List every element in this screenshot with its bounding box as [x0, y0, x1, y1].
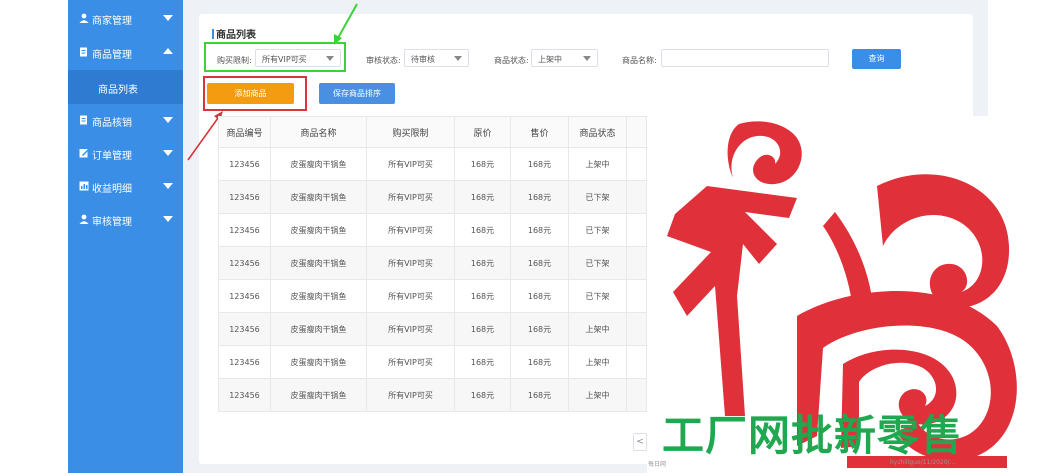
table-cell: 上架中	[568, 345, 627, 379]
column-header[interactable]: 商品名称	[270, 116, 367, 148]
table-cell: 皮蛋瘦肉干锅鱼	[270, 378, 367, 412]
table-cell: 所有VIP可买	[366, 345, 455, 379]
column-header[interactable]: 购买限制	[366, 116, 455, 148]
table-cell: 168元	[454, 180, 511, 214]
table-cell: 所有VIP可买	[366, 279, 455, 313]
table-cell: 已下架	[568, 180, 627, 214]
table-row[interactable]: 123456 皮蛋瘦肉干锅鱼 所有VIP可买 168元 168元 上架中	[218, 312, 647, 346]
column-header-more	[626, 116, 647, 148]
table-cell: 皮蛋瘦肉干锅鱼	[270, 345, 367, 379]
table-cell-more	[626, 147, 647, 181]
table-cell: 皮蛋瘦肉干锅鱼	[270, 279, 367, 313]
column-header[interactable]: 商品状态	[568, 116, 627, 148]
table-cell-more	[626, 246, 647, 280]
table-row[interactable]: 123456 皮蛋瘦肉干锅鱼 所有VIP可买 168元 168元 已下架	[218, 180, 647, 214]
table-cell: 所有VIP可买	[366, 147, 455, 181]
table-cell-more	[626, 312, 647, 346]
table-cell: 168元	[454, 279, 511, 313]
table-cell: 已下架	[568, 279, 627, 313]
table-cell: 123456	[218, 246, 271, 280]
table-cell: 168元	[510, 147, 569, 181]
table-cell: 上架中	[568, 312, 627, 346]
table-cell: 皮蛋瘦肉干锅鱼	[270, 180, 367, 214]
table-cell: 123456	[218, 312, 271, 346]
table-cell: 皮蛋瘦肉干锅鱼	[270, 213, 367, 247]
column-header[interactable]: 售价	[510, 116, 569, 148]
table-cell: 上架中	[568, 378, 627, 412]
table-cell: 所有VIP可买	[366, 180, 455, 214]
slogan-text: 工厂网批新零售	[662, 411, 964, 460]
table-cell-more	[626, 180, 647, 214]
table-cell-more	[626, 378, 647, 412]
table-row[interactable]: 123456 皮蛋瘦肉干锅鱼 所有VIP可买 168元 168元 已下架	[218, 279, 647, 313]
table-cell: 所有VIP可买	[366, 378, 455, 412]
table-cell: 168元	[454, 213, 511, 247]
table-cell: 168元	[454, 312, 511, 346]
table-cell-more	[626, 345, 647, 379]
table-cell: 168元	[510, 279, 569, 313]
table-cell: 上架中	[568, 147, 627, 181]
table-cell: 123456	[218, 213, 271, 247]
table-cell: 168元	[454, 246, 511, 280]
watermark-left: 每日网	[648, 461, 667, 468]
table-cell: 168元	[510, 180, 569, 214]
product-table: 商品编号 商品名称 购买限制 原价 售价 商品状态 123456 皮蛋瘦肉干锅鱼…	[218, 116, 647, 412]
table-row[interactable]: 123456 皮蛋瘦肉干锅鱼 所有VIP可买 168元 168元 上架中	[218, 345, 647, 379]
table-cell: 168元	[454, 147, 511, 181]
pagination-prev-button[interactable]: <	[633, 433, 647, 451]
table-cell: 123456	[218, 180, 271, 214]
table-cell: 168元	[454, 378, 511, 412]
table-cell-more	[626, 279, 647, 313]
table-cell: 皮蛋瘦肉干锅鱼	[270, 312, 367, 346]
table-cell: 168元	[454, 345, 511, 379]
table-cell: 皮蛋瘦肉干锅鱼	[270, 246, 367, 280]
table-cell: 已下架	[568, 213, 627, 247]
column-header[interactable]: 商品编号	[218, 116, 271, 148]
table-cell: 168元	[510, 246, 569, 280]
green-arrow-icon	[334, 3, 358, 45]
table-cell: 168元	[510, 213, 569, 247]
watermark-right: hyzhiliguo/11/2020/...	[890, 459, 956, 466]
table-cell: 168元	[510, 345, 569, 379]
table-cell: 已下架	[568, 246, 627, 280]
table-row[interactable]: 123456 皮蛋瘦肉干锅鱼 所有VIP可买 168元 168元 上架中	[218, 147, 647, 181]
table-row[interactable]: 123456 皮蛋瘦肉干锅鱼 所有VIP可买 168元 168元 已下架	[218, 213, 647, 247]
table-cell: 所有VIP可买	[366, 246, 455, 280]
table-row[interactable]: 123456 皮蛋瘦肉干锅鱼 所有VIP可买 168元 168元 上架中	[218, 378, 647, 412]
table-cell: 168元	[510, 312, 569, 346]
table-cell: 所有VIP可买	[366, 213, 455, 247]
table-cell: 皮蛋瘦肉干锅鱼	[270, 147, 367, 181]
table-cell: 所有VIP可买	[366, 312, 455, 346]
table-cell: 123456	[218, 279, 271, 313]
table-header-row: 商品编号 商品名称 购买限制 原价 售价 商品状态	[218, 116, 647, 148]
column-header[interactable]: 原价	[454, 116, 511, 148]
table-row[interactable]: 123456 皮蛋瘦肉干锅鱼 所有VIP可买 168元 168元 已下架	[218, 246, 647, 280]
table-cell-more	[626, 213, 647, 247]
table-cell: 168元	[510, 378, 569, 412]
table-cell: 123456	[218, 147, 271, 181]
table-cell: 123456	[218, 378, 271, 412]
table-cell: 123456	[218, 345, 271, 379]
